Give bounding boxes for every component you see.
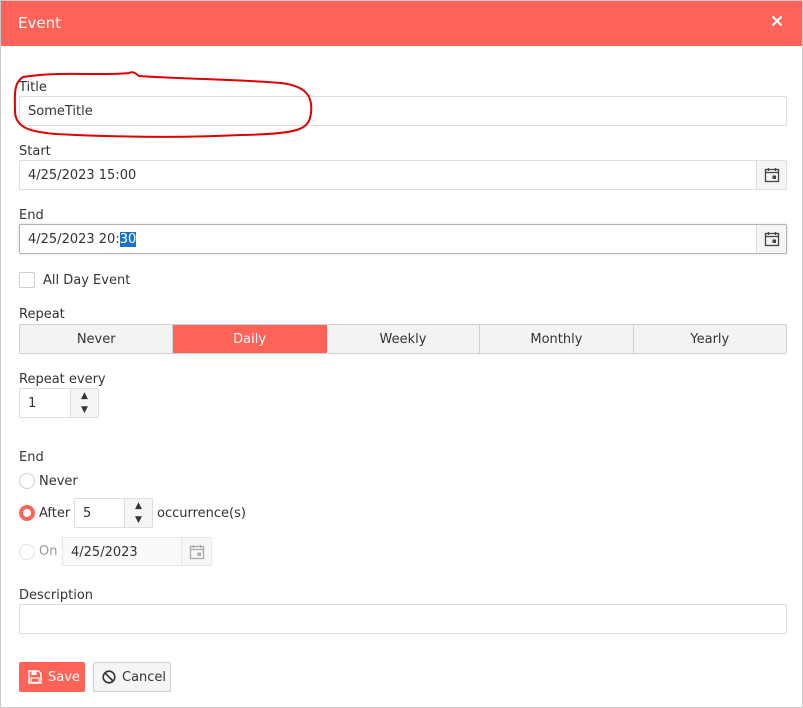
repeat-never-button[interactable]: Never [20, 325, 174, 353]
dialog-title: Event [18, 14, 61, 32]
end-rule-label: End [19, 450, 44, 465]
event-dialog: Event Title SomeTitle Start 4/25/2023 15… [0, 0, 803, 708]
save-button[interactable]: Save [19, 662, 85, 692]
end-after-label: After [39, 506, 71, 521]
end-after-radio[interactable] [19, 505, 35, 521]
end-input-value: 4/25/2023 20:30 [28, 232, 137, 247]
repeat-label: Repeat [19, 307, 65, 322]
end-on-radio[interactable] [19, 544, 35, 560]
end-on-date-input[interactable]: 4/25/2023 [62, 537, 212, 566]
description-label: Description [19, 588, 94, 603]
cancel-icon [102, 670, 116, 684]
repeat-monthly-button[interactable]: Monthly [480, 325, 634, 353]
occurrences-spinner: ▲ ▼ [124, 499, 152, 527]
repeat-weekly-button[interactable]: Weekly [326, 325, 481, 353]
end-never-label: Never [39, 474, 78, 489]
repeat-every-value: 1 [28, 396, 37, 411]
end-on-date-value: 4/25/2023 [71, 545, 138, 560]
repeat-button-group: Never Daily Weekly Monthly Yearly [19, 324, 787, 354]
title-label: Title [19, 80, 47, 95]
start-label: Start [19, 144, 51, 159]
repeat-yearly-button[interactable]: Yearly [633, 325, 786, 353]
start-input-value: 4/25/2023 15:00 [28, 168, 137, 183]
title-input-value: SomeTitle [28, 104, 93, 119]
all-day-checkbox[interactable] [19, 272, 35, 288]
close-icon[interactable] [769, 13, 785, 29]
end-datetime-input[interactable]: 4/25/2023 20:30 [19, 224, 787, 254]
repeat-every-label: Repeat every [19, 372, 106, 387]
calendar-icon[interactable] [181, 538, 211, 565]
occurrences-value: 5 [83, 506, 92, 521]
end-value-prefix: 4/25/2023 20: [28, 232, 120, 247]
end-label: End [19, 208, 44, 223]
occurrences-stepper[interactable]: 5 ▲ ▼ [74, 498, 153, 528]
increment-arrow-icon[interactable]: ▲ [71, 389, 98, 403]
start-datetime-input[interactable]: 4/25/2023 15:00 [19, 160, 787, 190]
repeat-every-spinner: ▲ ▼ [70, 389, 98, 417]
save-label: Save [48, 669, 80, 685]
occurrences-suffix: occurrence(s) [157, 506, 246, 521]
dialog-titlebar: Event [1, 1, 802, 46]
cancel-button[interactable]: Cancel [93, 662, 171, 692]
decrement-arrow-icon[interactable]: ▼ [71, 403, 98, 417]
cancel-label: Cancel [122, 669, 167, 685]
end-on-label: On [39, 544, 58, 559]
increment-arrow-icon[interactable]: ▲ [125, 499, 152, 513]
calendar-icon[interactable] [756, 225, 786, 253]
save-icon [28, 670, 42, 684]
decrement-arrow-icon[interactable]: ▼ [125, 513, 152, 527]
description-input[interactable] [19, 604, 787, 634]
end-value-selected: 30 [119, 232, 137, 247]
end-never-radio[interactable] [19, 473, 35, 489]
repeat-daily-button[interactable]: Daily [173, 325, 327, 353]
all-day-label: All Day Event [43, 273, 131, 288]
title-input[interactable]: SomeTitle [19, 96, 787, 126]
repeat-every-stepper[interactable]: 1 ▲ ▼ [19, 388, 99, 418]
calendar-icon[interactable] [756, 161, 786, 189]
